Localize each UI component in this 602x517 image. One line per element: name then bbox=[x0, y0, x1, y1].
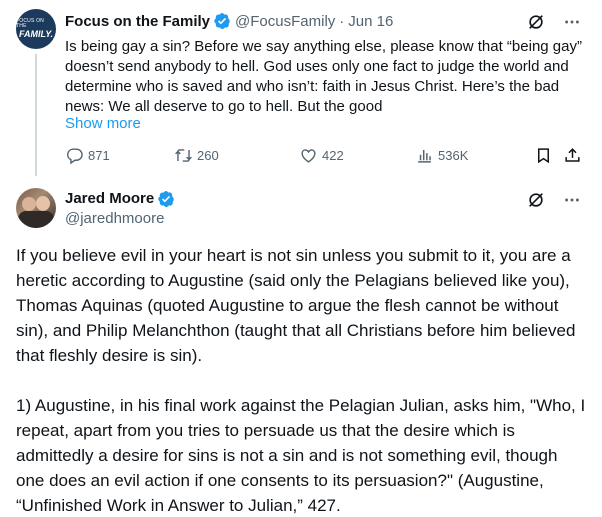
repost-button[interactable]: 260 bbox=[174, 146, 219, 165]
verified-badge-icon bbox=[158, 190, 174, 208]
bookmark-button[interactable] bbox=[534, 146, 557, 165]
avatar[interactable]: FOCUS ON THE FAMILY. bbox=[16, 9, 56, 49]
reply-count: 871 bbox=[88, 148, 110, 163]
avatar-photo-part bbox=[36, 196, 50, 211]
thread-line bbox=[35, 54, 37, 176]
author-name[interactable]: Focus on the Family bbox=[65, 13, 210, 30]
reply-button[interactable]: 871 bbox=[65, 146, 110, 165]
parent-tweet[interactable]: FOCUS ON THE FAMILY. Focus on the Family… bbox=[0, 0, 602, 176]
author-handle[interactable]: @FocusFamily bbox=[235, 13, 335, 30]
reply-icon bbox=[67, 148, 83, 165]
grok-icon[interactable] bbox=[526, 190, 546, 210]
tweet-header: Focus on the Family @FocusFamily · Jun 1… bbox=[65, 10, 393, 32]
verified-badge-icon bbox=[214, 12, 230, 30]
repost-icon bbox=[175, 149, 192, 162]
tweet-text: Is being gay a sin? Before we say anythi… bbox=[65, 38, 582, 115]
avatar-photo-part bbox=[22, 197, 36, 211]
views-icon bbox=[418, 149, 431, 163]
tweet-header: Jared Moore @jaredhmoore bbox=[65, 189, 179, 229]
grok-icon[interactable] bbox=[526, 12, 546, 32]
author-handle[interactable]: @jaredhmoore bbox=[65, 209, 164, 229]
show-more-link[interactable]: Show more bbox=[65, 114, 141, 134]
avatar-photo-part bbox=[18, 211, 54, 228]
tweet-paragraph: If you believe evil in your heart is not… bbox=[16, 246, 576, 365]
like-button[interactable]: 422 bbox=[299, 146, 344, 165]
tweet-actions: 871 260 422 536K bbox=[65, 146, 585, 166]
share-icon bbox=[565, 148, 580, 162]
tweet-date[interactable]: Jun 16 bbox=[348, 13, 393, 30]
avatar-logo-small-text: FOCUS ON THE bbox=[16, 18, 44, 29]
repost-count: 260 bbox=[197, 148, 219, 163]
author-name[interactable]: Jared Moore bbox=[65, 189, 154, 209]
views-button[interactable]: 536K bbox=[415, 146, 468, 165]
more-icon[interactable] bbox=[562, 190, 582, 210]
tweet-top-actions bbox=[526, 190, 582, 210]
tweet-top-actions bbox=[526, 12, 582, 32]
views-count: 536K bbox=[438, 148, 469, 163]
tweet-text: If you believe evil in your heart is not… bbox=[16, 243, 586, 517]
more-icon[interactable] bbox=[562, 12, 582, 32]
bookmark-icon bbox=[537, 148, 550, 164]
separator: · bbox=[339, 12, 345, 30]
avatar-logo-text: FAMILY. bbox=[18, 29, 53, 39]
avatar[interactable] bbox=[16, 188, 56, 228]
like-icon bbox=[301, 149, 316, 163]
like-count: 422 bbox=[322, 148, 344, 163]
tweet-paragraph: 1) Augustine, in his final work against … bbox=[16, 396, 586, 515]
share-button[interactable] bbox=[563, 146, 586, 165]
